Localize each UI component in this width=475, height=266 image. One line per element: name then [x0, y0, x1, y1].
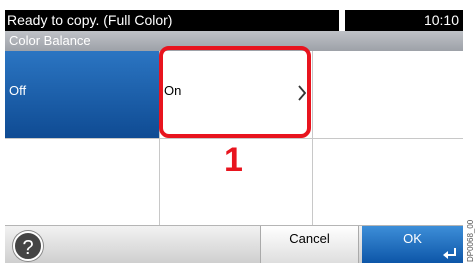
option-off-label: Off [9, 83, 27, 98]
status-bar: Ready to copy. (Full Color) 10:10 [5, 10, 463, 31]
cancel-button-label: Cancel [289, 231, 330, 246]
cancel-button[interactable]: Cancel [260, 226, 359, 263]
callout-number: 1 [224, 141, 243, 179]
help-button[interactable]: ? [13, 231, 43, 261]
empty-cell-1 [313, 51, 463, 139]
ok-button[interactable]: OK [362, 226, 463, 263]
callout-highlight [159, 46, 311, 138]
status-divider [339, 10, 345, 31]
bottom-bar: ? Cancel OK [5, 225, 463, 263]
document-code: DP0068_00 [466, 219, 475, 262]
option-off[interactable]: Off [5, 51, 160, 139]
ok-button-label: OK [403, 231, 422, 246]
status-message: Ready to copy. (Full Color) [7, 12, 173, 28]
page-title: Color Balance [9, 33, 91, 48]
clock: 10:10 [423, 12, 459, 28]
enter-icon [443, 248, 456, 259]
empty-cell-2 [5, 139, 160, 225]
empty-cell-4 [313, 139, 463, 225]
